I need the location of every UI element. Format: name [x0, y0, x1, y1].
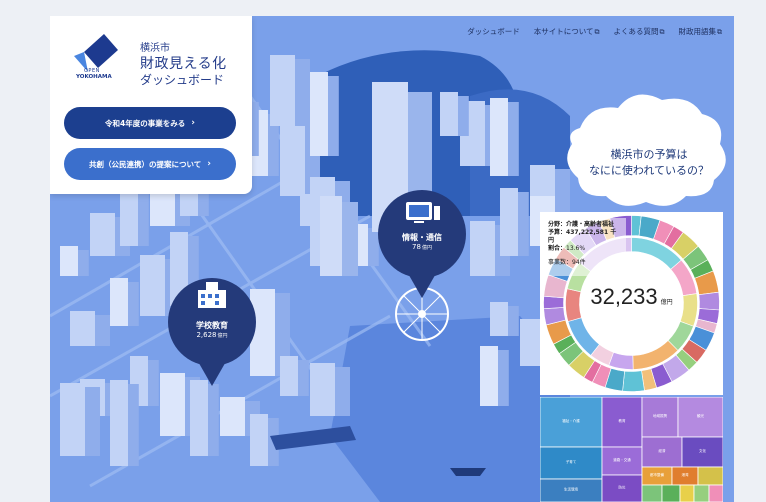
view-projects-button[interactable]: 令和4年度の事業をみる › — [64, 107, 236, 139]
view-projects-label: 令和4年度の事業をみる — [105, 118, 186, 128]
budget-treemap[interactable]: 福祉・介護子育て生活環境 教育道路・交通防災 地域振興 観光経済 文化都市整備 港湾 — [539, 396, 724, 502]
page-title: 財政見える化 — [140, 56, 227, 72]
pin-school-unit: 億円 — [217, 333, 228, 339]
treemap-label: 文化 — [699, 448, 707, 453]
logo-card: OPEN YOKOHAMA 横浜市 財政見える化 ダッシュボード 令和4年度の事… — [50, 16, 252, 194]
budget-question-bubble: 横浜市の予算は なにに使われているの？ — [574, 147, 724, 179]
treemap-label: 観光 — [697, 413, 705, 418]
co-creation-label: 共創（公民連携）の提案について — [89, 159, 202, 169]
tooltip-count: 94件 — [572, 259, 586, 266]
donut-total-unit: 億円 — [660, 299, 673, 306]
pin-info-label: 情報・通信 — [402, 233, 442, 242]
bubble-line-2: なにに使われているの？ — [588, 164, 710, 177]
chevron-right-icon: › — [207, 159, 211, 169]
treemap-label: 防災 — [619, 485, 627, 490]
co-creation-proposal-button[interactable]: 共創（公民連携）の提案について › — [64, 148, 236, 180]
pin-school-value: 2,628 — [196, 331, 217, 339]
treemap-label: 生活環境 — [564, 487, 578, 492]
nav-faq[interactable]: よくある質問⧉ — [614, 26, 665, 37]
treemap-label: 経済 — [659, 448, 667, 453]
nav-glossary[interactable]: 財政用語集⧉ — [679, 26, 723, 37]
brand-city: 横浜市 — [140, 43, 170, 54]
nav-about[interactable]: 本サイトについて⧉ — [534, 26, 600, 37]
tooltip-field: 介護・高齢者福祉 — [566, 221, 615, 228]
bubble-line-1: 横浜市の予算は — [610, 148, 688, 161]
top-navigation: ダッシュボード 本サイトについて⧉ よくある質問⧉ 財政用語集⧉ — [467, 26, 722, 37]
external-link-icon: ⧉ — [594, 28, 600, 36]
pin-info-communication[interactable]: 情報・通信 78億円 — [378, 232, 466, 251]
hero-frame: OPEN YOKOHAMA 横浜市 財政見える化 ダッシュボード 令和4年度の事… — [50, 16, 734, 502]
pin-info-unit: 億円 — [421, 245, 432, 251]
pin-school-education[interactable]: 学校教育 2,628億円 — [168, 320, 256, 339]
nav-dashboard[interactable]: ダッシュボード — [467, 26, 520, 37]
treemap-label: 道路・交通 — [613, 457, 631, 462]
treemap-label: 教育 — [619, 418, 627, 423]
external-link-icon: ⧉ — [717, 28, 722, 36]
budget-treemap-card[interactable]: 福祉・介護子育て生活環境 教育道路・交通防災 地域振興 観光経済 文化都市整備 港湾 — [539, 396, 724, 502]
treemap-label: 福祉・介護 — [562, 418, 580, 423]
donut-total-value: 32,233 — [590, 284, 658, 309]
donut-total: 32,233 億円 — [540, 284, 723, 310]
pin-school-label: 学校教育 — [196, 321, 228, 330]
treemap-label: 子育て — [566, 459, 577, 464]
page-subtitle: ダッシュボード — [140, 73, 225, 87]
logo-text-yokohama: YOKOHAMA — [76, 74, 112, 80]
chevron-right-icon: › — [191, 118, 195, 128]
external-link-icon: ⧉ — [659, 28, 665, 36]
treemap-label: 地域振興 — [653, 413, 667, 418]
pin-info-value: 78 — [412, 243, 421, 251]
donut-tooltip: 分野：介護・高齢者福祉 予算：437,222,581 千円 割合：13.6% 事… — [544, 218, 626, 276]
treemap-label: 都市整備 — [650, 472, 664, 477]
tooltip-ratio: 13.6% — [566, 245, 586, 252]
treemap-label: 港湾 — [682, 472, 690, 477]
